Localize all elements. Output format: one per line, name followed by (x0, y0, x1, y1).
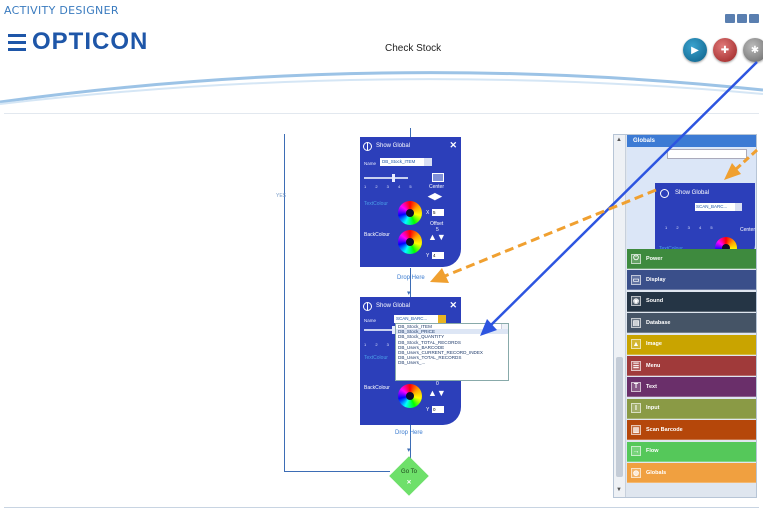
orange-arrow-top (733, 148, 759, 172)
activity-designer-window: ACTIVITY DESIGNER OPTICON Check Stock ▶ … (0, 0, 763, 515)
blue-arrow-line (489, 61, 758, 327)
annotation-arrows (430, 61, 759, 336)
orange-arrow-drag (444, 188, 657, 278)
